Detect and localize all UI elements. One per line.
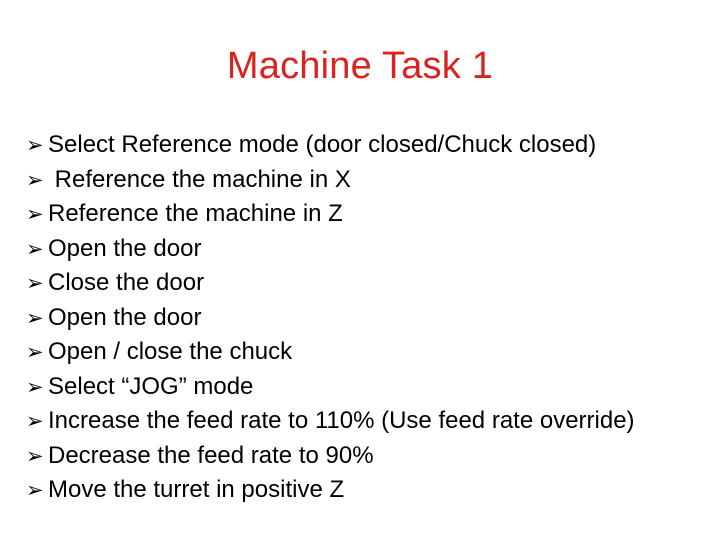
list-item: ➢ Reference the machine in X [26, 163, 714, 198]
list-item-label: Select “JOG” mode [48, 372, 254, 400]
list-item-label: Select Reference mode (door closed/Chuck… [48, 131, 597, 158]
list-item: ➢ Open / close the chuck [26, 335, 714, 370]
list-item-label: Increase the feed rate to 110% (Use feed… [48, 407, 635, 434]
arrow-bullet-icon: ➢ [26, 410, 44, 433]
list-item: ➢ Open the door [26, 301, 714, 336]
task-list: ➢ Select Reference mode (door closed/Chu… [26, 128, 714, 508]
arrow-bullet-icon: ➢ [26, 272, 44, 295]
list-item-label: Reference the machine in Z [48, 200, 343, 227]
arrow-bullet-icon: ➢ [26, 341, 44, 364]
list-item: ➢ Close the door [26, 266, 714, 301]
list-item: ➢ Select Reference mode (door closed/Chu… [26, 128, 714, 163]
list-item: ➢ Reference the machine in Z [26, 197, 714, 232]
list-item-label: Open / close the chuck [48, 338, 293, 365]
list-item-label: Open the door [48, 234, 202, 262]
arrow-bullet-icon: ➢ [26, 375, 44, 399]
list-item: ➢ Increase the feed rate to 110% (Use fe… [26, 404, 714, 439]
list-item-label: Close the door [48, 269, 205, 296]
list-item: ➢ Open the door [26, 232, 714, 267]
arrow-bullet-icon: ➢ [26, 237, 44, 261]
arrow-bullet-icon: ➢ [26, 134, 44, 157]
list-item-label: Decrease the feed rate to 90% [48, 441, 374, 469]
arrow-bullet-icon: ➢ [26, 479, 44, 502]
arrow-bullet-icon: ➢ [26, 203, 44, 226]
list-item: ➢ Select “JOG” mode [26, 370, 714, 405]
slide-canvas: Machine Task 1 ➢ Select Reference mode (… [0, 0, 720, 540]
arrow-bullet-icon: ➢ [26, 306, 44, 330]
list-item-label: Open the door [48, 303, 202, 331]
list-item: ➢ Move the turret in positive Z [26, 473, 714, 508]
arrow-bullet-icon: ➢ [26, 168, 44, 192]
page-title: Machine Task 1 [226, 45, 494, 87]
list-item: ➢ Decrease the feed rate to 90% [26, 439, 714, 474]
list-item-label: Reference the machine in X [48, 165, 351, 193]
list-item-label: Move the turret in positive Z [48, 476, 345, 503]
arrow-bullet-icon: ➢ [26, 444, 44, 468]
